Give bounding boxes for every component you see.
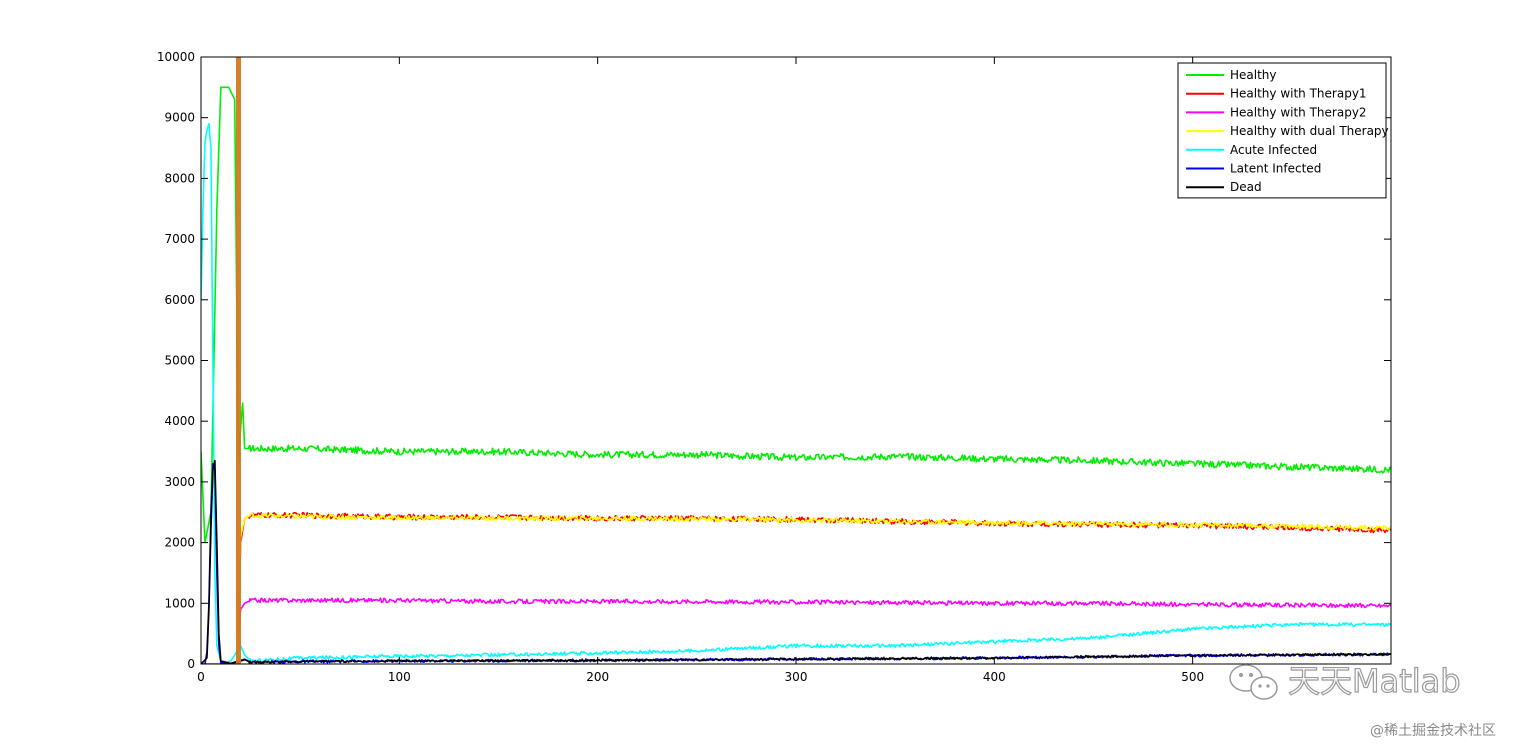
- legend-label: Healthy with dual Therapy: [1230, 124, 1389, 138]
- legend-label: Healthy with Therapy2: [1230, 105, 1367, 119]
- x-tick-label: 400: [983, 670, 1006, 684]
- y-tick-label: 2000: [164, 536, 195, 550]
- legend: Healthy Healthy with Therapy1 Healthy with…: [1177, 62, 1389, 199]
- orange-marker-bar: [236, 57, 241, 664]
- legend-label: Dead: [1230, 180, 1262, 194]
- y-tick-label: 7000: [164, 232, 195, 246]
- watermark-site: @稀土掘金技术社区: [1370, 723, 1496, 739]
- x-tick-label: 100: [388, 670, 411, 684]
- chart: 0 100 200 300 400 500010002000300040005000600…: [157, 50, 1496, 739]
- legend-label: Healthy with Therapy1: [1230, 87, 1367, 101]
- x-tick-label: 0: [197, 670, 205, 684]
- y-tick-label: 3000: [164, 475, 195, 489]
- y-tick-label: 9000: [164, 111, 195, 125]
- x-tick-label: 200: [586, 670, 609, 684]
- watermark-brand: 天天Matlab: [1288, 662, 1461, 700]
- legend-label: Latent Infected: [1230, 162, 1321, 176]
- y-tick-label: 0: [187, 657, 195, 671]
- y-tick-label: 5000: [164, 354, 195, 368]
- legend-label: Healthy: [1230, 68, 1277, 82]
- y-tick-label: 10000: [157, 50, 195, 64]
- y-tick-label: 6000: [164, 293, 195, 307]
- wechat-icon: [1229, 664, 1278, 700]
- y-tick-label: 1000: [164, 596, 195, 610]
- x-tick-label: 500: [1181, 670, 1204, 684]
- y-tick-label: 4000: [164, 414, 195, 428]
- x-tick-label: 300: [785, 670, 808, 684]
- legend-label: Acute Infected: [1230, 143, 1317, 157]
- watermark: 天天Matlab @稀土掘金技术社区: [1229, 661, 1496, 739]
- y-tick-label: 8000: [164, 171, 195, 185]
